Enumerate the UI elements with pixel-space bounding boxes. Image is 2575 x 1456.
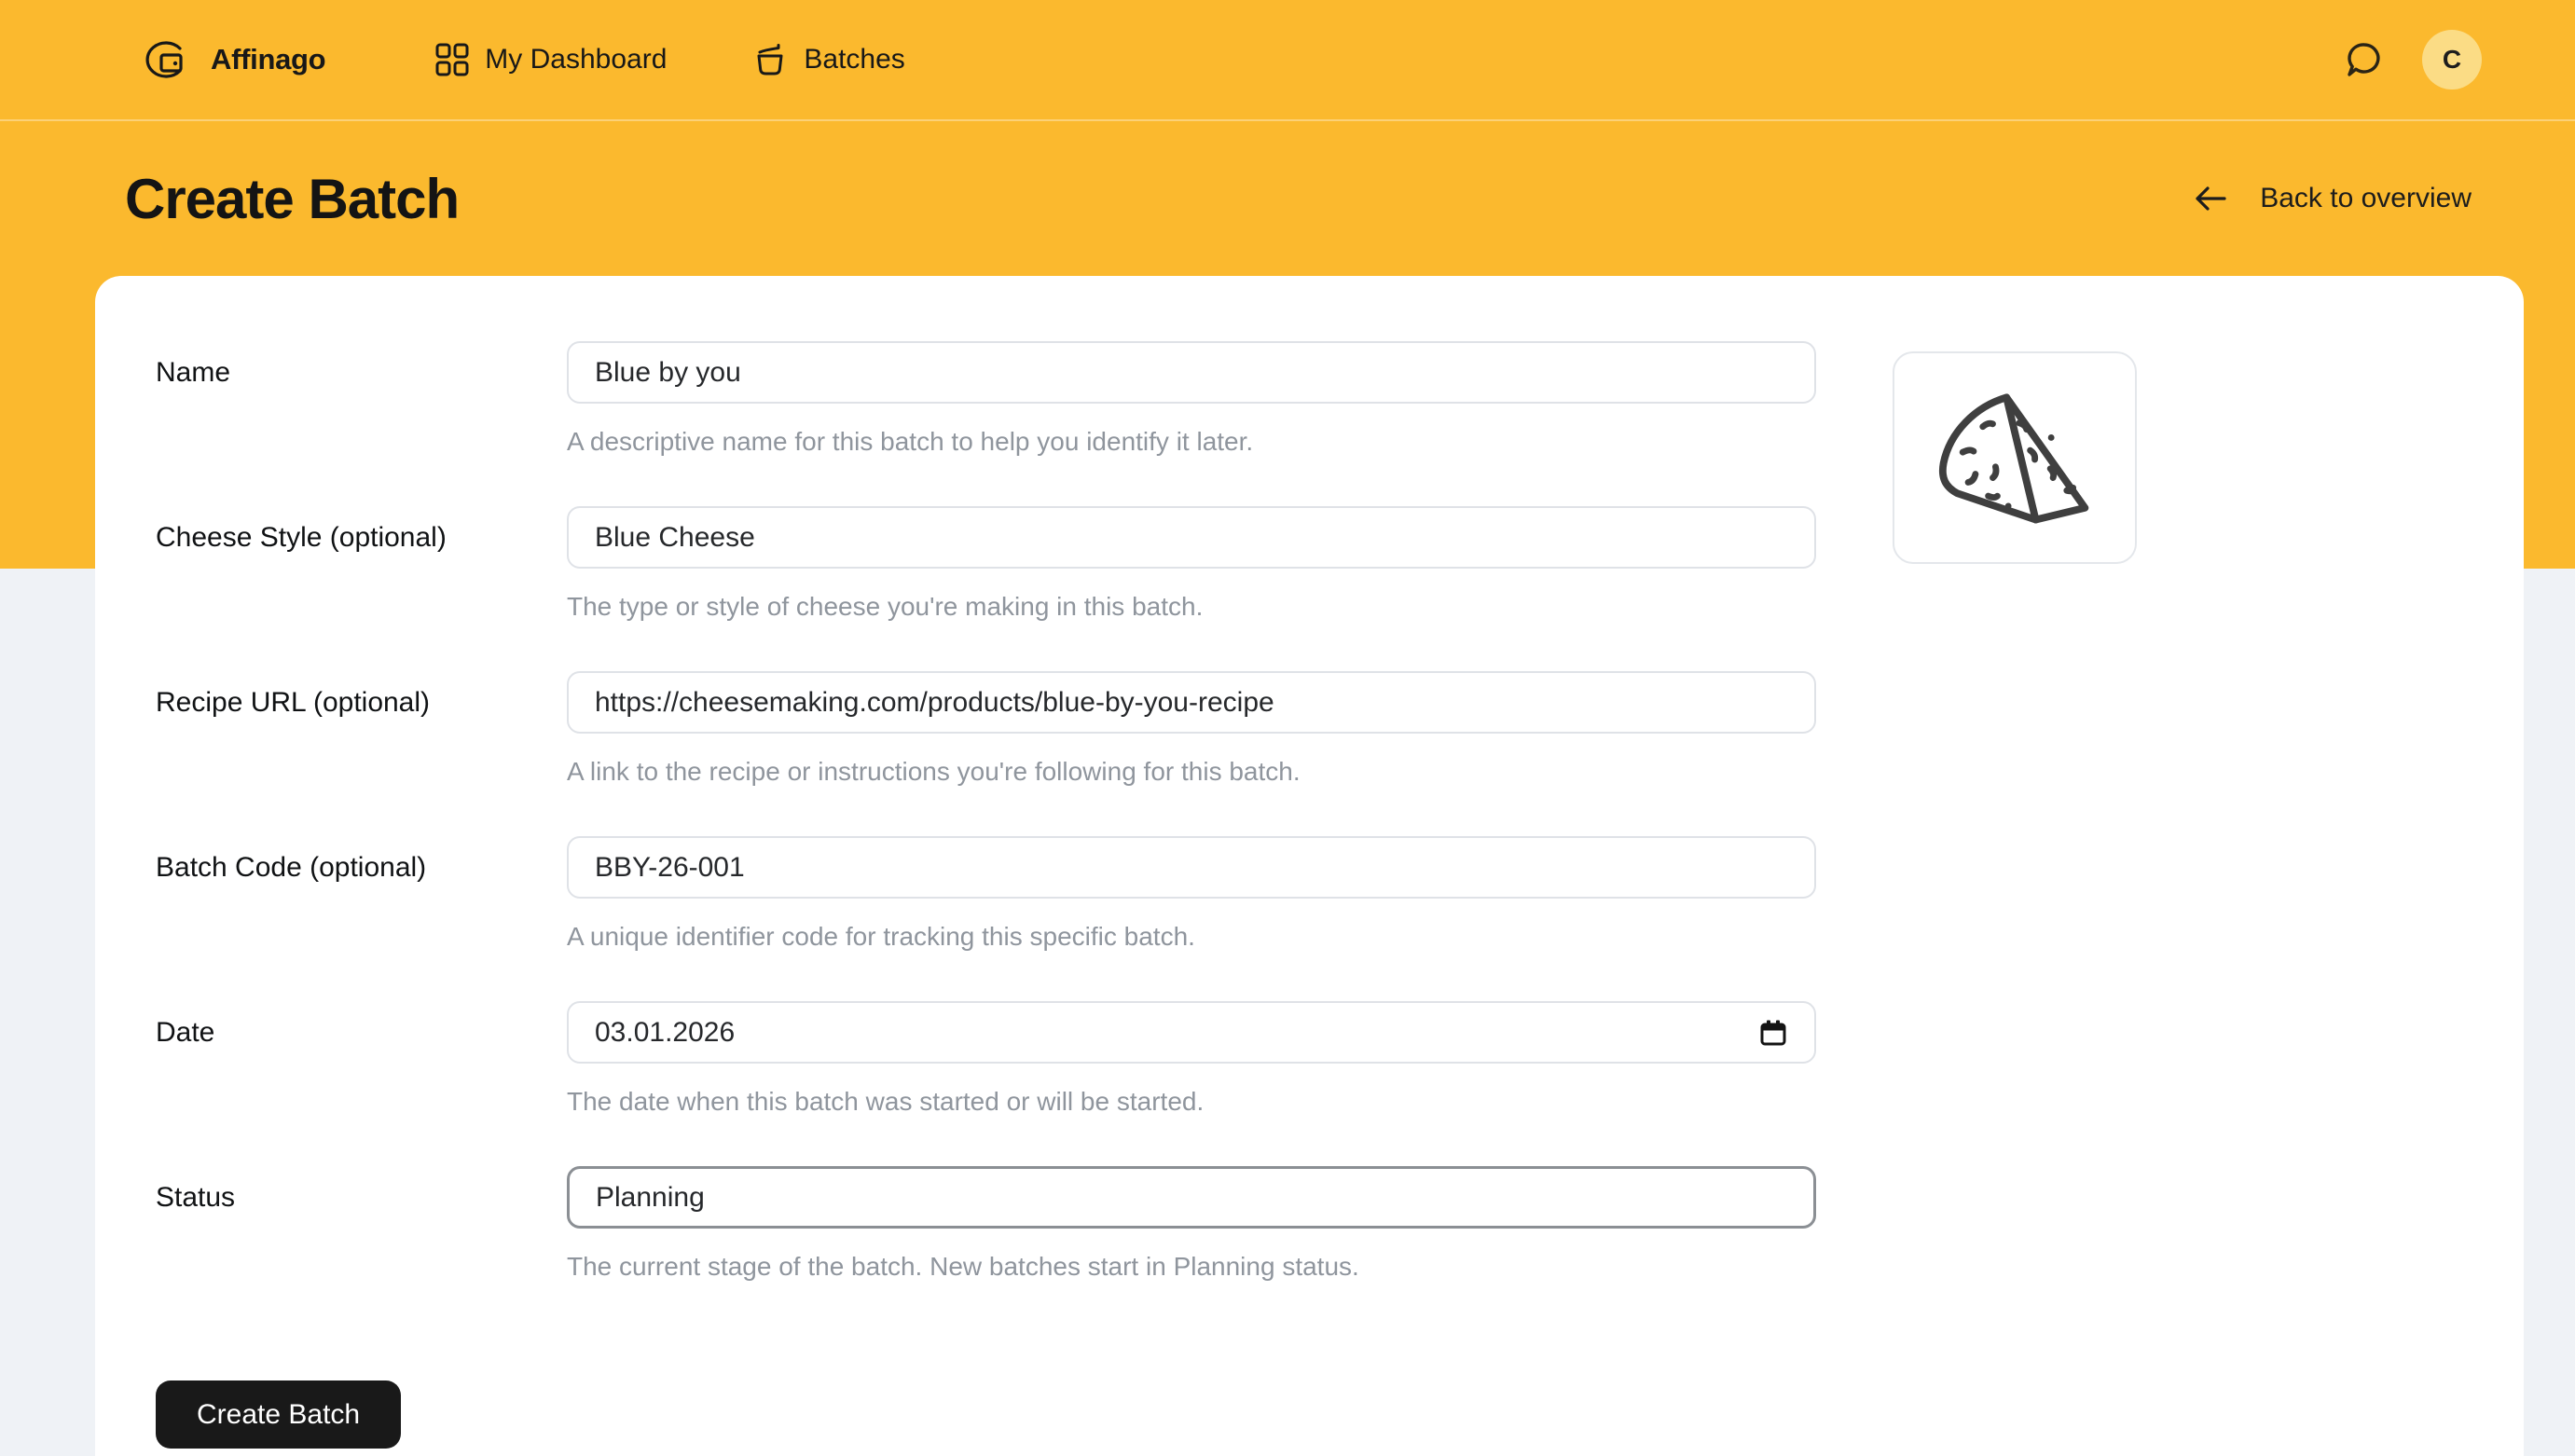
nav-label-my-dashboard: My Dashboard	[485, 44, 667, 76]
nav-item-my-dashboard[interactable]: My Dashboard	[435, 43, 667, 76]
name-helper-text: A descriptive name for this batch to hel…	[567, 426, 1816, 458]
top-navigation-bar: Affinago My Dashboard Batches	[0, 0, 2575, 121]
topbar-right-actions: C	[2344, 30, 2482, 89]
form-row-recipe-url: Recipe URL (optional) A link to the reci…	[156, 671, 2524, 788]
status-label: Status	[156, 1166, 567, 1283]
form-row-status: Status Planning The current stage of the…	[156, 1166, 2524, 1283]
batch-image-card	[1893, 351, 2137, 564]
status-field-column: Planning The current stage of the batch.…	[567, 1166, 1816, 1283]
recipe-url-helper-text: A link to the recipe or instructions you…	[567, 756, 1816, 788]
date-helper-text: The date when this batch was started or …	[567, 1086, 1816, 1118]
nav-label-batches: Batches	[804, 44, 904, 76]
status-helper-text: The current stage of the batch. New batc…	[567, 1251, 1816, 1283]
form-row-name: Name A descriptive name for this batch t…	[156, 341, 2524, 458]
date-label: Date	[156, 1001, 567, 1118]
calendar-icon[interactable]	[1758, 1018, 1788, 1048]
avatar-initial: C	[2443, 45, 2461, 75]
cheese-wedge-illustration	[1928, 384, 2101, 531]
back-to-overview-link[interactable]: Back to overview	[2193, 181, 2472, 216]
cheese-style-helper-text: The type or style of cheese you're makin…	[567, 591, 1816, 623]
cheese-style-input[interactable]	[567, 506, 1816, 569]
recipe-url-field-column: A link to the recipe or instructions you…	[567, 671, 1816, 788]
form-row-cheese-style: Cheese Style (optional) The type or styl…	[156, 506, 2524, 623]
brand-name: Affinago	[211, 43, 325, 76]
batch-code-field-column: A unique identifier code for tracking th…	[567, 836, 1816, 953]
page-header: Create Batch Back to overview	[0, 121, 2575, 276]
create-batch-form-card: Name A descriptive name for this batch t…	[95, 276, 2524, 1456]
batch-bucket-icon	[752, 42, 788, 77]
brand-home-link[interactable]: Affinago	[138, 38, 325, 81]
page-title: Create Batch	[125, 167, 459, 231]
recipe-url-input[interactable]	[567, 671, 1816, 734]
date-field-column: 03.01.2026 The date when this batch was …	[567, 1001, 1816, 1118]
chat-bubble-icon[interactable]	[2344, 39, 2385, 80]
user-avatar[interactable]: C	[2422, 30, 2482, 89]
name-input[interactable]	[567, 341, 1816, 404]
status-selected-value: Planning	[596, 1182, 705, 1214]
batch-code-input[interactable]	[567, 836, 1816, 899]
batch-code-label: Batch Code (optional)	[156, 836, 567, 953]
name-label: Name	[156, 341, 567, 458]
name-field-column: A descriptive name for this batch to hel…	[567, 341, 1816, 458]
form-row-date: Date 03.01.2026 The date when this batch…	[156, 1001, 2524, 1118]
cheese-wheel-logo-icon	[138, 38, 186, 81]
dashboard-grid-icon	[435, 43, 469, 76]
date-value: 03.01.2026	[595, 1017, 735, 1049]
cheese-style-label: Cheese Style (optional)	[156, 506, 567, 623]
arrow-left-icon	[2193, 181, 2228, 216]
back-link-label: Back to overview	[2260, 183, 2472, 214]
create-batch-button[interactable]: Create Batch	[156, 1380, 401, 1449]
date-input[interactable]: 03.01.2026	[567, 1001, 1816, 1064]
form-row-batch-code: Batch Code (optional) A unique identifie…	[156, 836, 2524, 953]
nav-item-batches[interactable]: Batches	[752, 42, 904, 77]
cheese-style-field-column: The type or style of cheese you're makin…	[567, 506, 1816, 623]
status-select[interactable]: Planning	[567, 1166, 1816, 1229]
recipe-url-label: Recipe URL (optional)	[156, 671, 567, 788]
batch-code-helper-text: A unique identifier code for tracking th…	[567, 921, 1816, 953]
